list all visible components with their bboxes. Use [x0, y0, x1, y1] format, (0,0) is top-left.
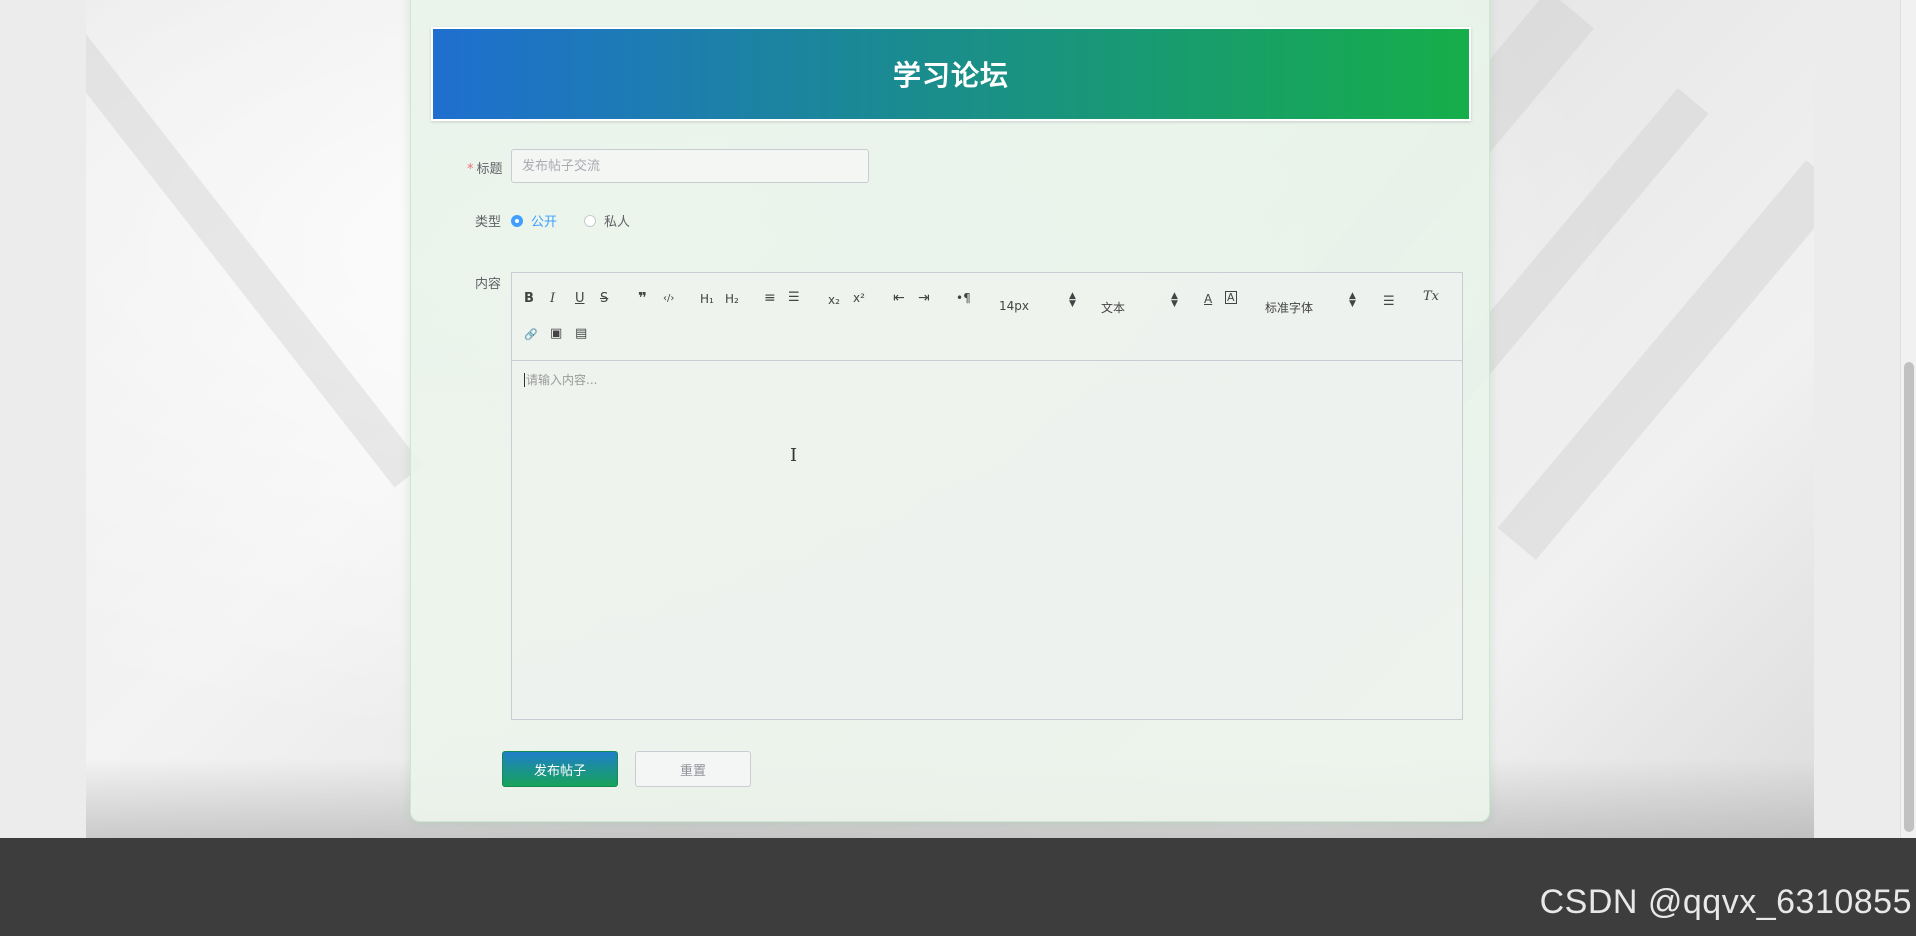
font-size-select[interactable]: 14px ▲ ▼ [999, 292, 1076, 317]
radio-public-label: 公开 [531, 215, 558, 230]
forum-banner: 学习论坛 [431, 27, 1471, 121]
font-family-value: 标准字体 [1265, 301, 1314, 315]
banner-title: 学习论坛 [892, 59, 1009, 92]
page-gutter-left [0, 0, 86, 838]
link-button[interactable]: 🔗 [524, 327, 538, 343]
type-label: 类型 [475, 215, 502, 230]
h2-button[interactable]: H₂ [725, 291, 739, 307]
bold-button[interactable]: B [524, 291, 534, 307]
h1-button[interactable]: H₁ [700, 291, 714, 307]
background-color-button[interactable]: A [1225, 291, 1237, 304]
image-button[interactable]: ▣ [550, 326, 562, 342]
header-arrow-down-icon: ▼ [1171, 299, 1178, 309]
content-label: 内容 [475, 277, 502, 292]
scrollbar-thumb[interactable] [1904, 362, 1914, 832]
editor-placeholder: 请输入内容... [526, 373, 598, 387]
reset-button[interactable]: 重置 [635, 751, 751, 787]
video-button[interactable]: ▤ [575, 326, 587, 342]
direction-button[interactable]: •¶ [956, 290, 971, 306]
font-size-arrow-down-icon: ▼ [1069, 299, 1076, 309]
post-form-card: 学习论坛 *标题 类型 公开 私人 内容 B I U S ❞ ‹/› H₁ H₂… [410, 0, 1490, 822]
title-label: 标题 [476, 162, 503, 177]
radio-private-label: 私人 [604, 215, 631, 230]
csdn-watermark: CSDN @qqvx_6310855 [1539, 883, 1912, 921]
font-family-arrow-down-icon: ▼ [1349, 299, 1356, 309]
ibeam-cursor-icon: I [790, 445, 798, 466]
page-gutter-right [1814, 0, 1900, 838]
header-value: 文本 [1101, 301, 1126, 315]
underline-button[interactable]: U [575, 291, 585, 307]
radio-private-dot [584, 214, 596, 227]
submit-post-button[interactable]: 发布帖子 [502, 751, 618, 787]
italic-button[interactable]: I [550, 291, 555, 307]
font-family-select[interactable]: 标准字体 ▲ ▼ [1265, 292, 1357, 317]
superscript-button[interactable]: x² [853, 290, 865, 306]
text-color-button[interactable]: A [1204, 291, 1212, 307]
title-label-wrap: * 标题 [467, 158, 503, 177]
rich-text-editor: B I U S ❞ ‹/› H₁ H₂ ≡ ☰ x₂ x² ⇤ ⇥ •¶ 14p… [511, 272, 1463, 720]
radio-public[interactable]: 公开 [511, 211, 557, 230]
required-mark: * [467, 162, 474, 177]
page-scrollbar[interactable] [1900, 0, 1916, 838]
editor-toolbar: B I U S ❞ ‹/› H₁ H₂ ≡ ☰ x₂ x² ⇤ ⇥ •¶ 14p… [512, 273, 1462, 361]
bullet-list-button[interactable]: ☰ [788, 290, 800, 306]
clean-format-button[interactable]: Tx [1423, 289, 1439, 305]
blockquote-button[interactable]: ❞ [638, 290, 647, 306]
align-button[interactable]: ☰ [1383, 294, 1395, 310]
radio-public-dot [511, 214, 523, 227]
outdent-button[interactable]: ⇤ [893, 290, 905, 306]
ordered-list-button[interactable]: ≡ [764, 290, 776, 306]
header-select[interactable]: 文本 ▲ ▼ [1101, 292, 1178, 317]
subscript-button[interactable]: x₂ [828, 292, 840, 308]
text-caret [524, 373, 525, 387]
title-input[interactable] [511, 149, 869, 183]
strike-button[interactable]: S [600, 291, 608, 307]
indent-button[interactable]: ⇥ [918, 290, 930, 306]
code-button[interactable]: ‹/› [663, 291, 674, 307]
radio-private[interactable]: 私人 [584, 211, 630, 230]
editor-content-area[interactable]: 请输入内容... I [512, 361, 1462, 719]
font-size-value: 14px [999, 299, 1029, 313]
page-footer: CSDN @qqvx_6310855 [0, 838, 1916, 936]
